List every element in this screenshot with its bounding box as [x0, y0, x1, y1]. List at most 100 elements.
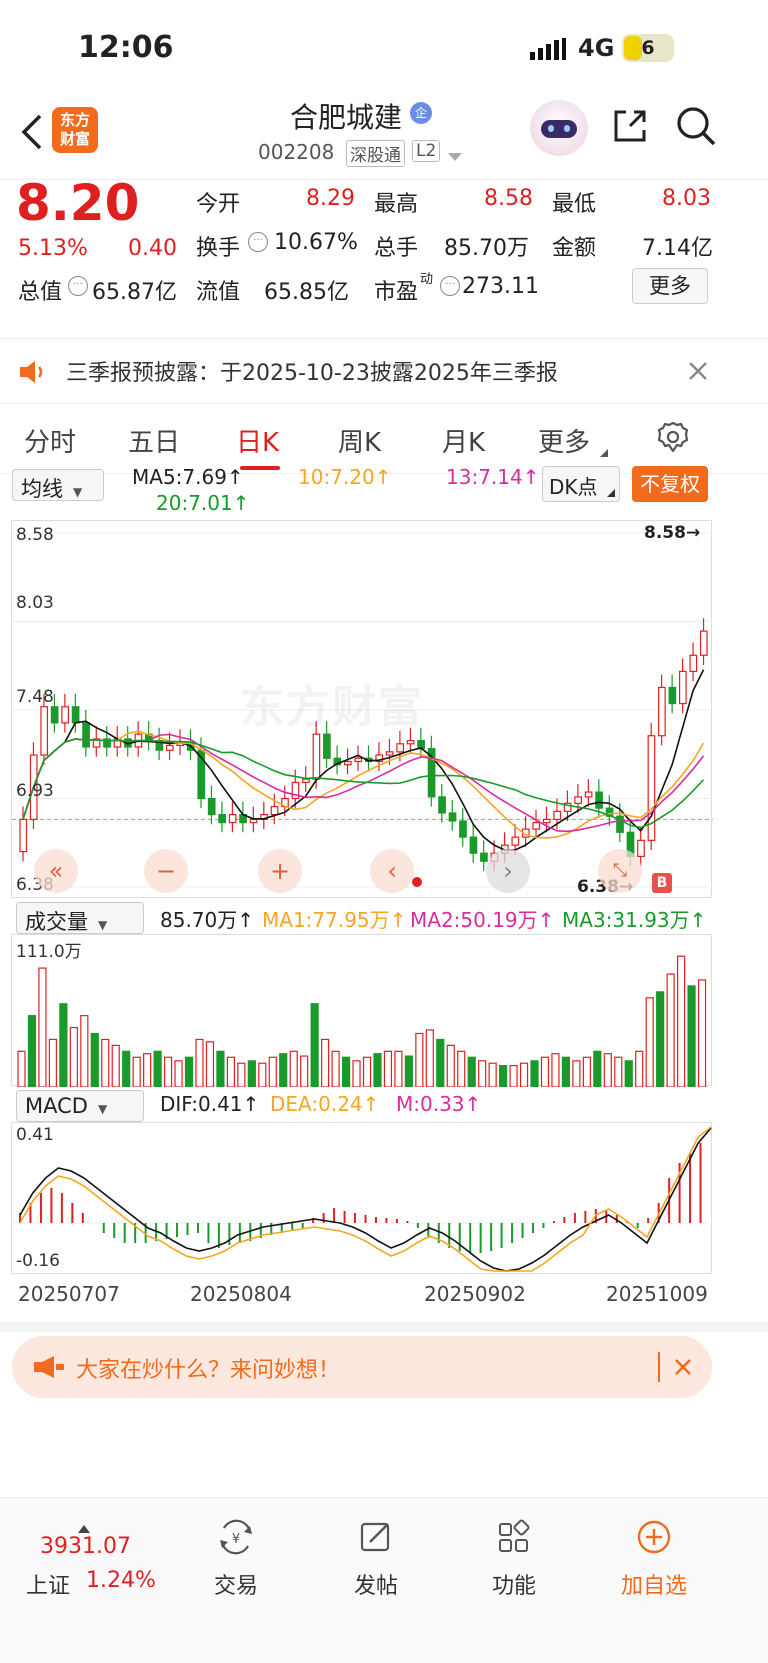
macd-chart[interactable]: 0.41 -0.16: [11, 1122, 713, 1274]
volume-bar: [321, 1038, 330, 1088]
volume-bar: [572, 1060, 581, 1088]
ma20-label: 20:7.01↑: [156, 491, 250, 515]
volume-ma1: MA1:77.95万↑: [262, 908, 407, 932]
volume-bar: [415, 1032, 424, 1088]
volume-bar: [226, 1056, 235, 1088]
ask-banner[interactable]: 大家在炒什么？来问妙想！: [12, 1336, 712, 1398]
candle-body: [165, 744, 174, 751]
candle-body: [553, 810, 562, 821]
volume-bar: [446, 1044, 455, 1088]
stock-name: 合肥城建: [290, 101, 403, 134]
nav-functions[interactable]: 功能: [454, 1518, 574, 1600]
volume-bar: [122, 1050, 131, 1088]
pe-value: 273.11: [462, 274, 539, 299]
search-icon[interactable]: [674, 104, 718, 148]
volume-bar: [80, 1015, 89, 1088]
dropdown-caret-icon: ▼: [97, 1102, 108, 1116]
info-icon[interactable]: ···: [440, 276, 460, 296]
volume-bar: [69, 1026, 78, 1088]
volume-now: 85.70万↑: [160, 908, 255, 932]
candle-body: [542, 818, 551, 824]
expand-icon[interactable]: ⤡: [598, 849, 642, 893]
close-icon[interactable]: [674, 1358, 692, 1376]
tab-intraday[interactable]: 分时: [24, 422, 76, 459]
volume-bar: [279, 1053, 288, 1088]
volume-bar: [27, 1015, 37, 1088]
candle-body: [637, 839, 645, 858]
volume-bar: [467, 1056, 476, 1088]
app-logo[interactable]: 东方 财富: [52, 107, 98, 153]
volume-y-max: 111.0万: [16, 942, 82, 962]
no-adjust-button[interactable]: 不复权: [632, 466, 708, 502]
tag-shenzhen-connect: 深股通: [346, 140, 405, 167]
scroll-left-fast-button[interactable]: «: [34, 849, 78, 893]
macd-dropdown-label: MACD: [25, 1094, 88, 1118]
macd-dropdown[interactable]: MACD ▼: [16, 1090, 144, 1122]
volume-bar: [205, 1041, 215, 1088]
index-change[interactable]: 1.24%: [86, 1568, 156, 1593]
macd-y-max: 0.41: [16, 1125, 54, 1145]
indicator-dropdown[interactable]: 均线 ▼: [12, 469, 104, 501]
high-label: 最高: [374, 192, 419, 217]
volume-chart[interactable]: 111.0万: [11, 934, 712, 1088]
volume-bar: [247, 1060, 256, 1088]
candle-body: [50, 706, 59, 724]
open-value: 8.29: [306, 186, 355, 211]
mktcap-value: 65.87亿: [92, 280, 177, 305]
volume-bar: [561, 1056, 571, 1088]
nav-trade[interactable]: ¥ 交易: [176, 1518, 296, 1600]
macd-dea: DEA:0.24↑: [270, 1092, 380, 1116]
candle-body: [658, 686, 666, 737]
indicator-dropdown-label: 均线: [21, 477, 63, 501]
stock-code: 002208: [258, 140, 335, 164]
candle-body: [459, 820, 467, 838]
share-icon[interactable]: [610, 106, 650, 146]
chevron-down-icon[interactable]: [448, 148, 462, 161]
index-value[interactable]: 3931.07: [40, 1534, 131, 1559]
tab-weekly-k[interactable]: 周K: [338, 422, 381, 459]
info-icon[interactable]: ···: [248, 232, 268, 252]
volume-bar: [216, 1050, 225, 1088]
stock-header: 东方 财富 合肥城建 企 002208 深股通 L2: [0, 100, 768, 180]
candle-body: [532, 822, 541, 830]
edit-icon: [360, 1522, 390, 1552]
zoom-in-button[interactable]: +: [258, 849, 302, 893]
buy-marker[interactable]: B: [652, 873, 672, 893]
ma10-label: 10:7.20↑: [298, 465, 392, 489]
tab-monthly-k[interactable]: 月K: [442, 422, 485, 459]
nav-add-watchlist[interactable]: 加自选: [594, 1518, 714, 1600]
tab-daily-k[interactable]: 日K: [236, 422, 279, 459]
settings-gear-icon[interactable]: [656, 420, 690, 454]
tab-five-day[interactable]: 五日: [128, 422, 180, 459]
macd-y-min: -0.16: [16, 1251, 60, 1271]
candle-body: [396, 743, 405, 753]
volume-bar: [268, 1056, 277, 1088]
tab-more[interactable]: 更多: [538, 422, 590, 459]
zoom-out-button[interactable]: −: [144, 849, 188, 893]
candle-body: [448, 812, 457, 822]
volume-bar: [593, 1050, 602, 1088]
macd-svg: [12, 1126, 713, 1272]
volume-bar: [300, 1055, 309, 1088]
info-icon[interactable]: ···: [68, 276, 88, 296]
notice-bar[interactable]: 三季报预披露：于2025-10-23披露2025年三季报: [0, 338, 768, 404]
volume-bar: [237, 1062, 246, 1088]
volume-dropdown[interactable]: 成交量 ▼: [16, 902, 144, 934]
kline-chart[interactable]: 东方财富 8.58 8.03 7.48 6.93 6.38 8.58→ 6.38…: [11, 520, 713, 898]
index-name[interactable]: 上证: [26, 1568, 70, 1600]
back-icon[interactable]: [18, 112, 48, 152]
volume-bar: [111, 1044, 120, 1088]
signal-icon: [530, 38, 566, 60]
robot-assistant-icon[interactable]: [530, 100, 588, 156]
close-icon[interactable]: [688, 361, 708, 381]
dk-point-button[interactable]: DK点: [542, 466, 620, 502]
nav-post[interactable]: 发帖: [316, 1518, 436, 1600]
trade-icon: ¥: [220, 1519, 252, 1555]
high-marker: 8.58→: [644, 523, 701, 543]
scroll-right-button[interactable]: ›: [486, 849, 530, 893]
volume-bar: [687, 985, 696, 1088]
scroll-left-button[interactable]: ‹: [370, 849, 414, 893]
date-label-2: 20250804: [190, 1282, 292, 1306]
more-button[interactable]: 更多: [632, 268, 708, 304]
candle-body: [406, 739, 415, 745]
